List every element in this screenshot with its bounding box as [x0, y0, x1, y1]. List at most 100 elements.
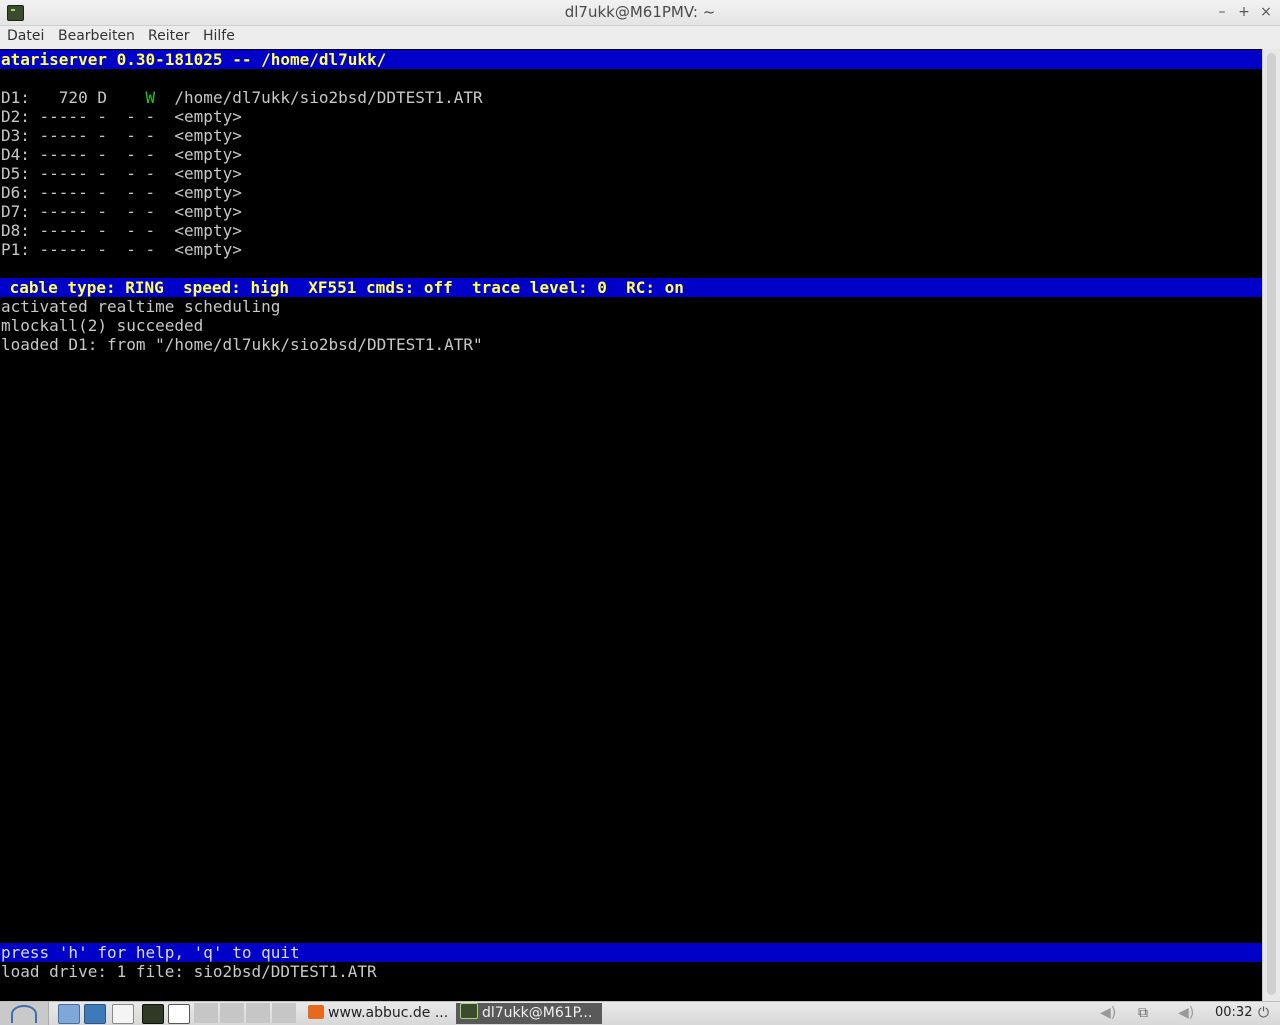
drive-density: - [97, 202, 127, 221]
drive-id: D2: [1, 107, 40, 126]
drive-density: - [97, 126, 127, 145]
window-titlebar[interactable]: dl7ukk@M61PMV: ~ – + × [0, 0, 1280, 26]
window-icon[interactable] [112, 1004, 134, 1024]
drive-row: D4: ----- - - - <empty> [1, 145, 242, 164]
network-icon[interactable] [84, 1004, 106, 1024]
drive-id: D4: [1, 145, 40, 164]
drive-row: D3: ----- - - - <empty> [1, 126, 242, 145]
help-text: press 'h' for help, 'q' to quit [1, 943, 300, 962]
file-manager-icon[interactable] [58, 1004, 80, 1024]
scrollbar-thumb[interactable] [1267, 53, 1276, 995]
task-terminal[interactable]: dl7ukk@M61P... [456, 1003, 602, 1024]
drive-sectors: ----- [39, 145, 98, 164]
volume-icon[interactable]: ◀) [1100, 1005, 1116, 1021]
power-icon[interactable]: ⏻ [1258, 1005, 1269, 1021]
menu-datei[interactable]: Datei [7, 28, 44, 44]
drive-flag: - [126, 145, 146, 164]
drive-write-flag: - [145, 164, 156, 183]
drive-write-flag: - [145, 107, 156, 126]
drive-row: D5: ----- - - - <empty> [1, 164, 242, 183]
drive-sectors: ----- [39, 183, 98, 202]
drive-path: <empty> [155, 145, 242, 164]
start-menu-icon [11, 1005, 37, 1023]
drive-flag: - [126, 107, 146, 126]
drive-sectors: ----- [39, 240, 98, 259]
empty-slot [194, 1003, 218, 1023]
log-line: loaded D1: from "/home/dl7ukk/sio2bsd/DD… [1, 335, 483, 354]
drive-sectors: ----- [39, 164, 98, 183]
menu-reiter[interactable]: Reiter [148, 28, 189, 44]
drive-id: P1: [1, 240, 40, 259]
drive-write-flag: - [145, 240, 156, 259]
drive-path: <empty> [155, 202, 242, 221]
drive-path: <empty> [155, 164, 242, 183]
drive-path: <empty> [155, 107, 242, 126]
drive-flag: - [126, 126, 146, 145]
drive-sectors: 720 [39, 88, 98, 107]
menu-hilfe[interactable]: Hilfe [203, 28, 235, 44]
drive-row: D7: ----- - - - <empty> [1, 202, 242, 221]
header-bar: atariserver 0.30-181025 -- /home/dl7ukk/ [0, 50, 1262, 69]
drive-density: - [97, 145, 127, 164]
task-label: dl7ukk@M61P... [482, 1005, 593, 1021]
task-firefox[interactable]: www.abbuc.de ... [304, 1003, 452, 1024]
drive-flag: - [126, 221, 146, 240]
drive-row: D2: ----- - - - <empty> [1, 107, 242, 126]
drive-write-flag: - [145, 126, 156, 145]
start-menu-button[interactable] [0, 1002, 49, 1025]
drive-path: <empty> [155, 183, 242, 202]
task-label: www.abbuc.de ... [328, 1005, 449, 1021]
drive-density: D [97, 88, 127, 107]
log-line: mlockall(2) succeeded [1, 316, 204, 335]
minimize-button[interactable]: – [1213, 3, 1231, 21]
drive-sectors: ----- [39, 126, 98, 145]
status-text: cable type: RING speed: high XF551 cmds:… [0, 278, 684, 297]
drive-id: D6: [1, 183, 40, 202]
drive-write-flag: W [145, 88, 156, 107]
drive-flag: - [126, 164, 146, 183]
drive-id: D1: [1, 88, 40, 107]
drive-flag: - [126, 202, 146, 221]
drive-path: <empty> [155, 240, 242, 259]
terminal-scrollbar[interactable] [1262, 49, 1280, 1001]
drive-write-flag: - [145, 145, 156, 164]
text-editor-icon[interactable] [168, 1004, 190, 1024]
clock: 00:32 [1215, 1005, 1253, 1020]
taskbar: www.abbuc.de ... dl7ukk@M61P... ◀) ⧉ ◀) … [0, 1001, 1280, 1025]
drive-id: D3: [1, 126, 40, 145]
drive-density: - [97, 183, 127, 202]
menu-bar: Datei Bearbeiten Reiter Hilfe [0, 26, 1280, 48]
drive-write-flag: - [145, 183, 156, 202]
drive-path: /home/dl7ukk/sio2bsd/DDTEST1.ATR [155, 88, 483, 107]
maximize-button[interactable]: + [1235, 3, 1253, 21]
drive-write-flag: - [145, 221, 156, 240]
log-line: activated realtime scheduling [1, 297, 281, 316]
window-title: dl7ukk@M61PMV: ~ [564, 3, 716, 21]
empty-slot [220, 1003, 244, 1023]
drive-density: - [97, 164, 127, 183]
menu-bearbeiten[interactable]: Bearbeiten [58, 28, 135, 44]
help-bar: press 'h' for help, 'q' to quit [0, 943, 1262, 962]
drive-density: - [97, 240, 127, 259]
volume-mute-icon[interactable]: ◀) [1178, 1005, 1194, 1021]
drive-id: D7: [1, 202, 40, 221]
drive-id: D8: [1, 221, 40, 240]
close-button[interactable]: × [1257, 3, 1275, 21]
terminal-icon [460, 1003, 478, 1019]
drive-density: - [97, 107, 127, 126]
drive-flag [126, 88, 145, 107]
drive-row: P1: ----- - - - <empty> [1, 240, 242, 259]
network-status-icon[interactable]: ⧉ [1138, 1005, 1148, 1021]
drive-path: <empty> [155, 221, 242, 240]
drive-sectors: ----- [39, 107, 98, 126]
drive-row: D1: 720 D W /home/dl7ukk/sio2bsd/DDTEST1… [1, 88, 483, 107]
empty-slot [246, 1003, 270, 1023]
command-line[interactable]: load drive: 1 file: sio2bsd/DDTEST1.ATR [1, 962, 377, 981]
terminal-launcher-icon[interactable] [142, 1004, 164, 1024]
drive-id: D5: [1, 164, 40, 183]
terminal-area[interactable]: atariserver 0.30-181025 -- /home/dl7ukk/… [0, 49, 1262, 1001]
drive-path: <empty> [155, 126, 242, 145]
drive-sectors: ----- [39, 221, 98, 240]
header-text: atariserver 0.30-181025 -- /home/dl7ukk/ [1, 50, 387, 69]
drive-flag: - [126, 183, 146, 202]
